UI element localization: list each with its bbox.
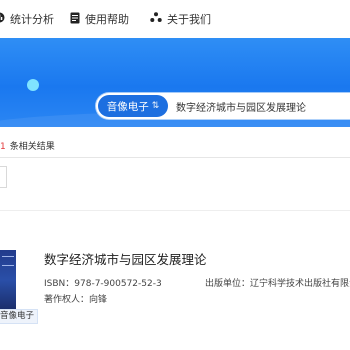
search-bar: 音像电子 ⇅ [96,93,350,119]
search-type-dropdown[interactable]: 音像电子 ⇅ [98,95,168,117]
result-publisher: 出版单位：辽宁科学技术出版社有限责任公司 [205,279,350,289]
document-icon [70,12,80,27]
nav-help-label: 使用帮助 [85,13,129,26]
result-count-label: 条相关结果 [9,142,55,152]
nav-about[interactable]: 关于我们 [150,11,211,27]
search-banner: 音像电子 ⇅ [0,38,350,127]
nav-about-label: 关于我们 [167,13,211,26]
nav-stats-label: 统计分析 [10,13,54,26]
result-title-link[interactable]: 数字经济城市与园区发展理论 [44,249,207,268]
about-dots-icon [150,12,162,26]
top-nav: 统计分析 使用帮助 关于我们 [0,0,350,39]
banner-dot-decoration [27,79,39,91]
filter-control[interactable] [0,166,7,188]
divider [0,157,350,158]
cover-decoration [2,256,14,266]
sort-arrows-icon: ⇅ [151,101,160,111]
nav-help[interactable]: 使用帮助 [70,11,129,27]
result-author: 著作权人：向锋 [44,295,108,305]
media-type-badge: 音像电子 [0,309,39,324]
result-isbn: ISBN：978-7-900572-52-3 [44,279,162,289]
divider [0,210,350,211]
nav-stats-analysis[interactable]: 统计分析 [0,11,54,27]
book-cover-image[interactable] [0,250,16,310]
search-type-label: 音像电子 [106,100,149,113]
search-input[interactable] [176,97,350,115]
chart-icon [0,12,5,26]
result-count: 1 条相关结果 [0,139,55,152]
result-count-number: 1 [0,142,6,152]
